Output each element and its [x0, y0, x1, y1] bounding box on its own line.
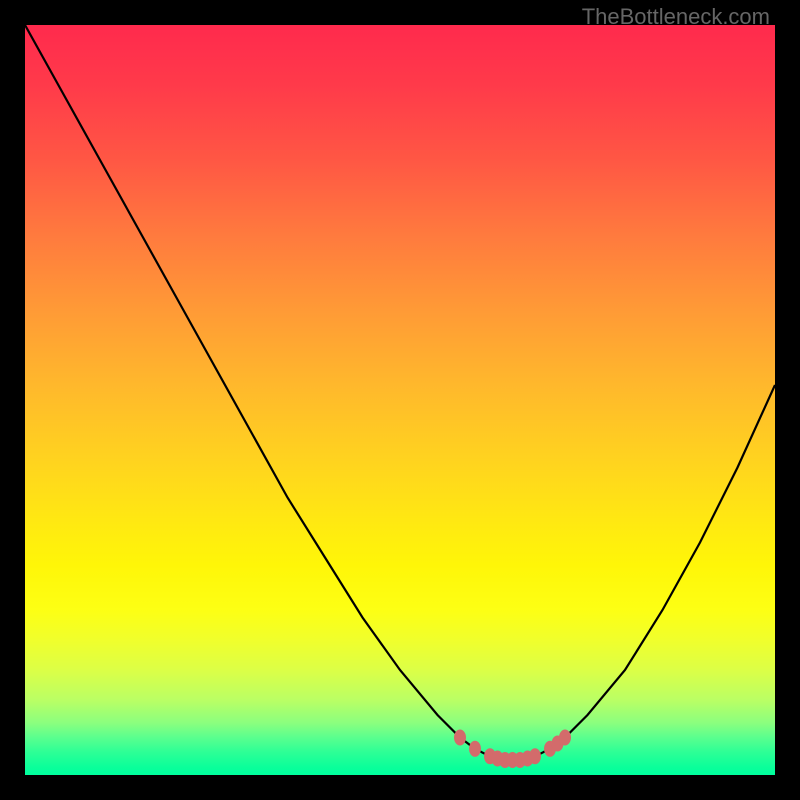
chart-container: TheBottleneck.com	[0, 0, 800, 800]
flat-zone-dot	[529, 748, 541, 764]
flat-zone-dots	[25, 25, 775, 775]
flat-zone-dot	[454, 730, 466, 746]
watermark-text: TheBottleneck.com	[582, 4, 770, 30]
flat-zone-dot	[559, 730, 571, 746]
flat-zone-dot	[469, 741, 481, 757]
plot-area	[25, 25, 775, 775]
